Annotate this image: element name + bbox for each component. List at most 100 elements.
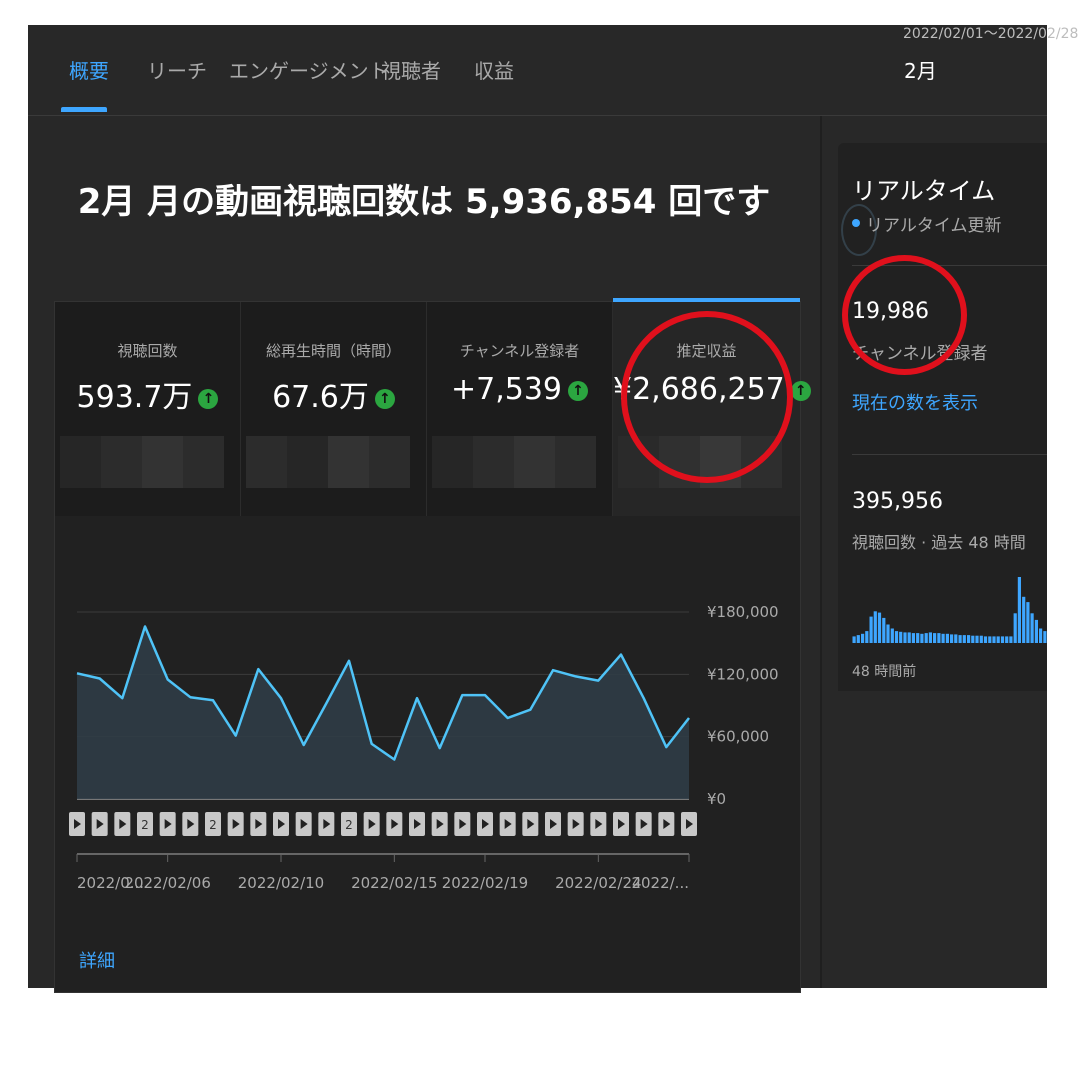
tab-engagement[interactable]: エンゲージメント — [229, 55, 389, 84]
realtime-update-label: リアルタイム更新 — [866, 216, 1002, 236]
analytics-window: 概要 リーチ エンゲージメント 視聴者 収益 2022/02/01〜2022/0… — [28, 25, 1078, 993]
realtime-bar — [958, 635, 962, 643]
y-tick-label: ¥120,000 — [707, 665, 779, 683]
realtime-bar — [856, 635, 860, 643]
x-tick-label: 2022/02/19 — [442, 874, 528, 892]
tab-audience[interactable]: 視聴者 — [381, 55, 441, 84]
arrow-up-icon: ↑ — [568, 381, 589, 401]
overview-panel: 2月 月の動画視聴回数は 5,936,854 回です 視聴回数 593.7万 ↑ … — [28, 116, 820, 993]
realtime-bar — [894, 631, 899, 643]
kpi-label: チャンネル登録者 — [459, 342, 580, 360]
realtime-bar — [975, 635, 979, 643]
blurred-spark — [287, 436, 328, 488]
kpi-value: 593.7万 ↑ — [55, 372, 240, 416]
kpi-subscribers[interactable]: チャンネル登録者 +7,539 ↑ — [427, 302, 613, 516]
details-link[interactable]: 詳細 — [79, 947, 115, 973]
realtime-bar — [928, 632, 932, 643]
realtime-bar — [869, 616, 873, 643]
realtime-bar — [861, 633, 865, 643]
annotation-circle-subscribers — [842, 255, 967, 375]
kpi-value: 67.6万 ↑ — [241, 372, 426, 416]
x-tick-label: 2022/02/15 — [351, 874, 437, 892]
realtime-bar — [1026, 602, 1030, 643]
realtime-bar — [882, 617, 886, 643]
realtime-axis-label: 48 時間前 — [852, 664, 917, 680]
tab-reach[interactable]: リーチ — [147, 55, 207, 84]
realtime-bar — [979, 635, 983, 643]
y-tick-label: ¥180,000 — [707, 603, 779, 621]
tab-overview[interactable]: 概要 — [69, 55, 109, 84]
kpi-label: 視聴回数 — [117, 342, 178, 360]
tab-revenue[interactable]: 収益 — [474, 55, 514, 84]
realtime-bar — [899, 631, 903, 643]
blurred-spark — [142, 436, 183, 488]
blurred-spark — [555, 436, 596, 488]
blurred-spark — [514, 436, 555, 488]
kpi-label: 総再生時間（時間） — [265, 342, 401, 360]
realtime-bar — [873, 611, 877, 643]
kpi-views[interactable]: 視聴回数 593.7万 ↑ — [55, 302, 241, 516]
realtime-title: リアルタイム — [852, 177, 996, 205]
realtime-bar — [992, 636, 996, 643]
arrow-up-icon: ↑ — [198, 389, 219, 409]
kpi-value: +7,539 ↑ — [427, 372, 612, 407]
realtime-bar — [983, 636, 988, 643]
live-dot-icon — [852, 219, 860, 227]
realtime-bar — [907, 632, 911, 643]
kpi-value-text: +7,539 — [450, 372, 563, 407]
realtime-bar — [1009, 636, 1013, 643]
arrow-up-icon: ↑ — [374, 389, 395, 409]
realtime-bar — [916, 633, 920, 643]
realtime-bar — [954, 634, 958, 643]
realtime-bar — [971, 635, 975, 643]
realtime-bar — [967, 635, 971, 643]
annotation-circle-revenue — [621, 311, 793, 483]
blurred-spark — [432, 436, 473, 488]
video-marker-count: 2 — [345, 818, 353, 832]
date-picker-label[interactable]: 2月 — [904, 55, 937, 84]
realtime-bar — [903, 632, 907, 643]
realtime-bar — [911, 633, 915, 643]
x-tick-label: 2022/02/24 — [555, 874, 641, 892]
tab-bar: 概要 リーチ エンゲージメント 視聴者 収益 2022/02/01〜2022/0… — [28, 25, 1078, 116]
realtime-bar — [996, 636, 1000, 643]
realtime-bar — [1000, 636, 1005, 643]
page-title: 2月 月の動画視聴回数は 5,936,854 回です — [77, 182, 771, 222]
realtime-bar — [945, 633, 949, 643]
x-tick-label: 2022/02/06 — [124, 874, 210, 892]
revenue-chart: ¥180,000¥120,000¥60,000¥02 2 22022/0...202… — [69, 603, 779, 892]
realtime-bar — [950, 634, 954, 643]
realtime-bar — [1017, 577, 1021, 643]
active-tab-indicator — [61, 107, 107, 112]
blurred-spark — [473, 436, 514, 488]
video-marker-count: 2 — [141, 818, 149, 832]
kpi-watch-time[interactable]: 総再生時間（時間） 67.6万 ↑ — [241, 302, 427, 516]
area-fill — [77, 626, 689, 799]
divider — [852, 454, 1047, 455]
realtime-bar — [933, 633, 937, 643]
realtime-bar — [1005, 636, 1009, 643]
realtime-bar — [1039, 628, 1043, 643]
x-tick-label: 2022/... — [631, 874, 689, 892]
x-tick-label: 2022/02/10 — [238, 874, 324, 892]
y-tick-label: ¥60,000 — [707, 728, 769, 746]
panel-divider — [820, 116, 822, 988]
realtime-bar — [877, 612, 882, 643]
kpi-value-text: 593.7万 — [76, 380, 193, 415]
realtime-bar — [852, 636, 856, 643]
date-range[interactable]: 2022/02/01〜2022/02/28 — [903, 23, 1078, 43]
show-current-count-link[interactable]: 現在の数を表示 — [852, 389, 978, 415]
blurred-spark — [369, 436, 410, 488]
realtime-bar — [1022, 596, 1026, 643]
realtime-bar — [962, 635, 966, 643]
blurred-spark — [101, 436, 142, 488]
realtime-bar — [1034, 619, 1038, 643]
realtime-bar — [886, 624, 890, 643]
realtime-bar — [1030, 613, 1034, 643]
realtime-card: リアルタイム リアルタイム更新 19,986 チャンネル登録者 現在の数を表示 … — [838, 143, 1047, 691]
realtime-bar — [988, 636, 992, 643]
y-tick-label: ¥0 — [707, 790, 726, 808]
realtime-bar — [1013, 613, 1017, 643]
blurred-spark — [328, 436, 369, 488]
realtime-bar — [865, 631, 869, 643]
